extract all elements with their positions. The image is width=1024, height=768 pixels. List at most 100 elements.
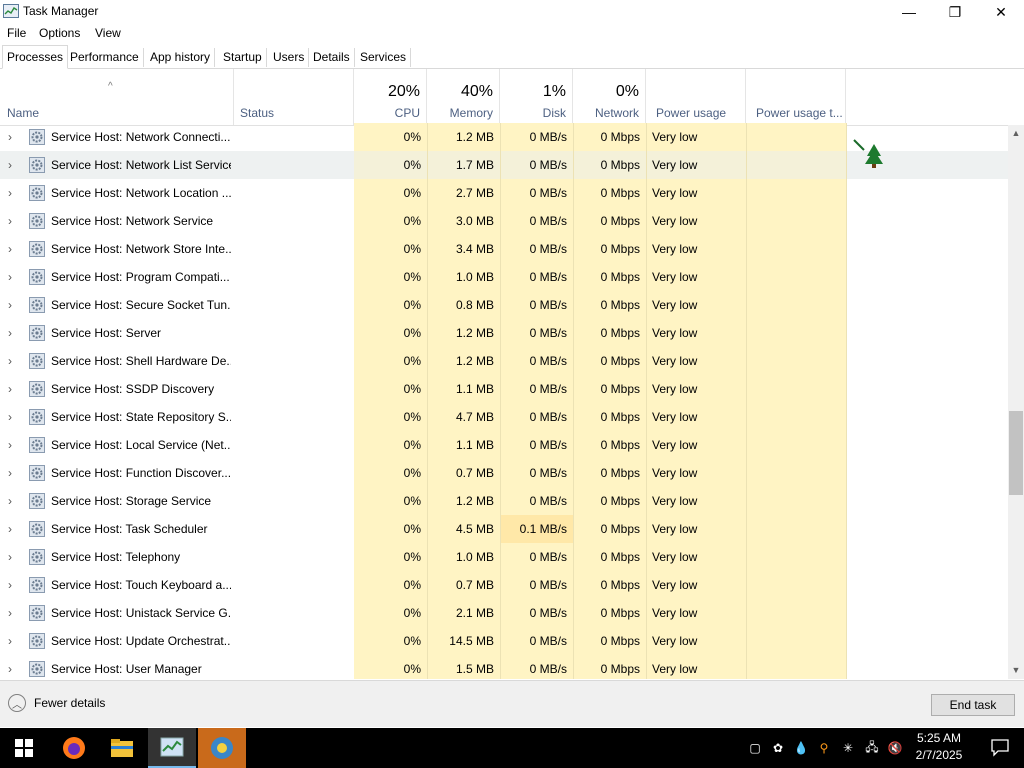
expand-chevron-icon[interactable]: › [8,571,18,599]
speaker-muted-icon[interactable]: 🔇 [884,741,906,755]
expand-chevron-icon[interactable]: › [8,515,18,543]
minimize-button[interactable]: — [886,0,932,24]
cpu-total-percent: 20% [387,83,420,100]
column-name[interactable]: Name [0,69,234,125]
tab-app-history[interactable]: App history [146,48,216,67]
service-gear-icon [29,157,45,173]
sparkle-icon[interactable]: ✳ [836,741,860,755]
tab-startup[interactable]: Startup [219,48,267,67]
water-drop-icon[interactable]: 💧 [790,741,812,755]
process-row[interactable]: › Service Host: Network Store Inte... 0%… [0,235,1008,263]
process-row[interactable]: › Service Host: State Repository S... 0%… [0,403,1008,431]
desktop-notes-icon[interactable]: ▢ [744,741,766,755]
action-center-button[interactable] [976,728,1024,768]
power-usage-trend-cell [746,235,846,263]
service-gear-icon [29,353,45,369]
service-gear-icon [29,437,45,453]
memory-cell: 0.7 MB [427,571,500,599]
expand-chevron-icon[interactable]: › [8,403,18,431]
process-name: Service Host: Local Service (Net... [51,438,231,452]
tab-users[interactable]: Users [269,48,310,67]
cpu-cell: 0% [354,263,427,291]
tab-performance[interactable]: Performance [66,48,144,67]
search-tool-icon[interactable]: ⚲ [812,741,836,755]
network-tool-tray-icon[interactable]: ✿ [766,741,790,755]
tab-details[interactable]: Details [309,48,355,67]
process-row[interactable]: › Service Host: Local Service (Net... 0%… [0,431,1008,459]
power-usage-trend-cell [746,347,846,375]
expand-chevron-icon[interactable]: › [8,179,18,207]
expand-chevron-icon[interactable]: › [8,319,18,347]
scrollbar-thumb[interactable] [1009,411,1023,495]
file-explorer-taskbar-button[interactable] [98,728,146,768]
power-usage-cell: Very low [646,543,746,571]
tab-services[interactable]: Services [356,48,412,67]
process-row[interactable]: › Service Host: Secure Socket Tun... 0% … [0,291,1008,319]
column-memory[interactable]: 40% Memory [427,69,500,125]
power-usage-cell: Very low [646,487,746,515]
expand-chevron-icon[interactable]: › [8,263,18,291]
process-row[interactable]: › Service Host: Unistack Service G... 0%… [0,599,1008,627]
power-usage-trend-cell [746,151,846,179]
expand-chevron-icon[interactable]: › [8,291,18,319]
close-button[interactable]: ✕ [978,0,1024,24]
expand-chevron-icon[interactable]: › [8,599,18,627]
menu-view[interactable]: View [95,26,121,40]
process-row[interactable]: › Service Host: Storage Service 0% 1.2 M… [0,487,1008,515]
process-row[interactable]: › Service Host: Touch Keyboard a... 0% 0… [0,571,1008,599]
power-usage-cell: Very low [646,515,746,543]
process-row[interactable]: › Service Host: Update Orchestrat... 0% … [0,627,1008,655]
end-task-button[interactable]: End task [931,694,1015,716]
expand-chevron-icon[interactable]: › [8,375,18,403]
memory-cell: 1.5 MB [427,655,500,679]
column-status[interactable]: Status [234,69,354,125]
fewer-details-button[interactable]: ︿ Fewer details [8,694,105,712]
menu-options[interactable]: Options [39,26,80,40]
expand-chevron-icon[interactable]: › [8,347,18,375]
tab-processes[interactable]: Processes [2,45,69,69]
disk-cell: 0 MB/s [500,151,573,179]
maximize-button[interactable]: ❐ [932,0,978,24]
network-tool-taskbar-button[interactable] [198,728,246,768]
process-row[interactable]: › Service Host: Shell Hardware De... 0% … [0,347,1008,375]
column-power-usage[interactable]: Power usage [646,69,746,125]
column-divider [846,123,847,679]
expand-chevron-icon[interactable]: › [8,431,18,459]
process-row[interactable]: › Service Host: User Manager 0% 1.5 MB 0… [0,655,1008,679]
expand-chevron-icon[interactable]: › [8,459,18,487]
power-usage-cell: Very low [646,655,746,679]
scroll-up-icon[interactable]: ▲ [1008,125,1024,142]
expand-chevron-icon[interactable]: › [8,123,18,151]
task-manager-taskbar-button[interactable] [148,728,196,768]
expand-chevron-icon[interactable]: › [8,487,18,515]
expand-chevron-icon[interactable]: › [8,151,18,179]
process-row[interactable]: › Service Host: Telephony 0% 1.0 MB 0 MB… [0,543,1008,571]
column-cpu[interactable]: 20% CPU [354,69,427,125]
expand-chevron-icon[interactable]: › [8,543,18,571]
process-row[interactable]: › Service Host: Network Location ... 0% … [0,179,1008,207]
service-gear-icon [29,521,45,537]
expand-chevron-icon[interactable]: › [8,235,18,263]
scroll-down-icon[interactable]: ▼ [1008,662,1024,679]
expand-chevron-icon[interactable]: › [8,627,18,655]
process-row[interactable]: › Service Host: Server 0% 1.2 MB 0 MB/s … [0,319,1008,347]
expand-chevron-icon[interactable]: › [8,207,18,235]
clock[interactable]: 5:25 AM 2/7/2025 [904,730,974,766]
process-row[interactable]: › Service Host: Program Compati... 0% 1.… [0,263,1008,291]
disk-cell: 0 MB/s [500,375,573,403]
power-usage-cell: Very low [646,207,746,235]
menu-file[interactable]: File [7,26,26,40]
expand-chevron-icon[interactable]: › [8,655,18,679]
process-row[interactable]: › Service Host: SSDP Discovery 0% 1.1 MB… [0,375,1008,403]
process-row[interactable]: › Service Host: Function Discover... 0% … [0,459,1008,487]
firefox-taskbar-button[interactable] [50,728,98,768]
vertical-scrollbar[interactable]: ▲ ▼ [1008,125,1024,679]
service-gear-icon [29,129,45,145]
network-icon[interactable]: 🖧 [860,738,884,759]
column-power-usage-trend[interactable]: Power usage t... [746,69,846,125]
process-row[interactable]: › Service Host: Network Service 0% 3.0 M… [0,207,1008,235]
process-row[interactable]: › Service Host: Task Scheduler 0% 4.5 MB… [0,515,1008,543]
column-network[interactable]: 0% Network [573,69,646,125]
start-button[interactable] [0,728,48,768]
column-disk[interactable]: 1% Disk [500,69,573,125]
